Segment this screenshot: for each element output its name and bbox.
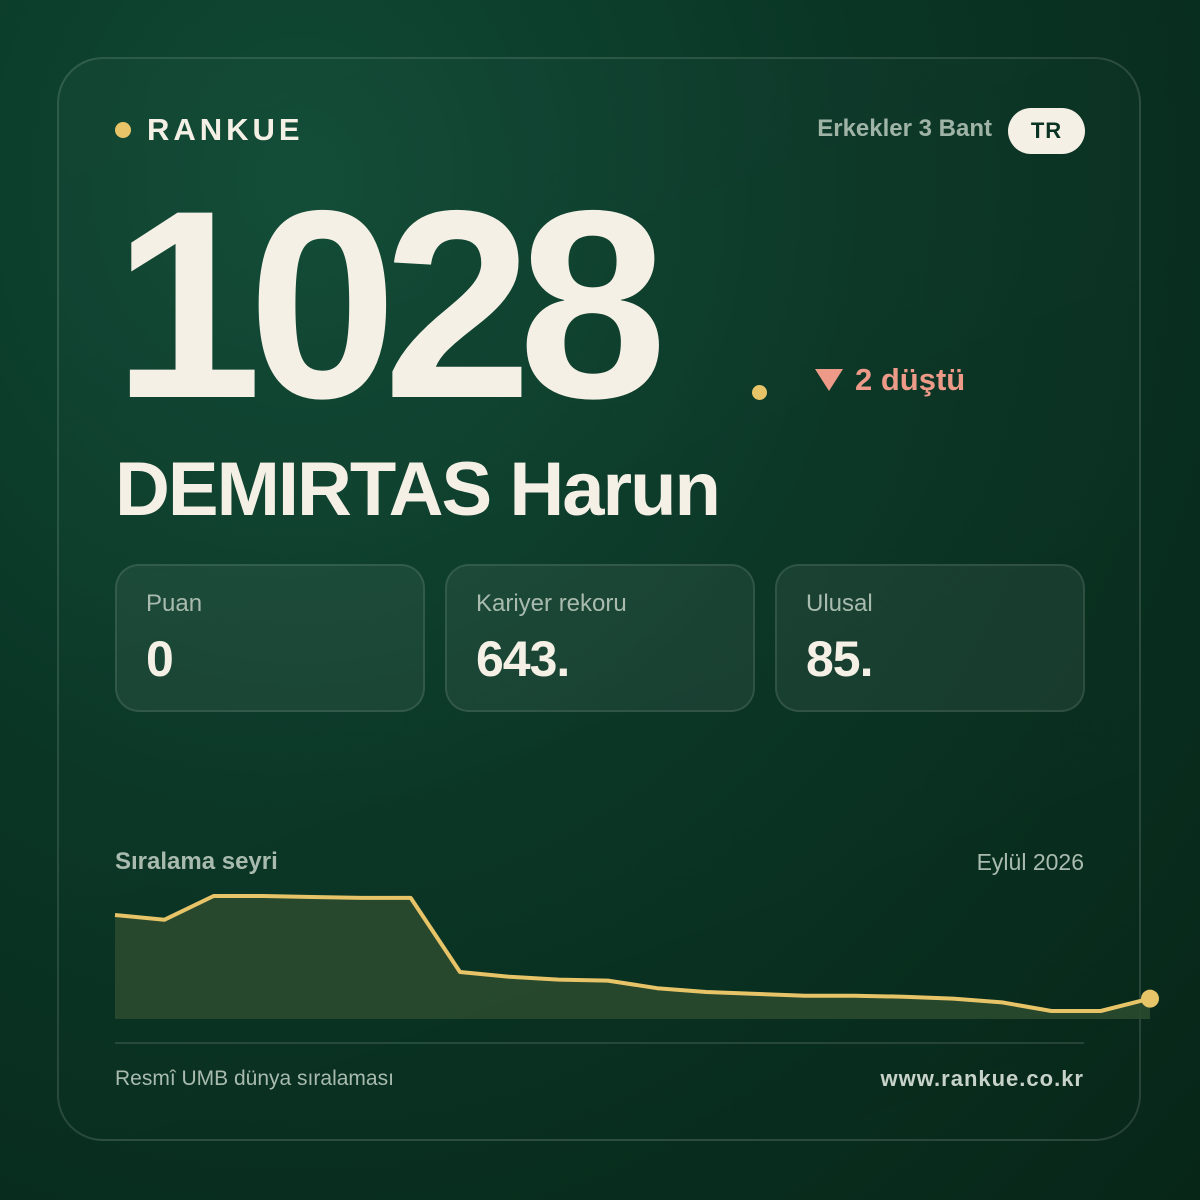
rank-trend-chart [114, 894, 1159, 1019]
footer-source: Resmî UMB dünya sıralaması [115, 1067, 394, 1090]
footer-url[interactable]: www.rankue.co.kr [881, 1066, 1084, 1092]
footer-divider [115, 1042, 1084, 1044]
trend-end-point [1141, 989, 1159, 1008]
